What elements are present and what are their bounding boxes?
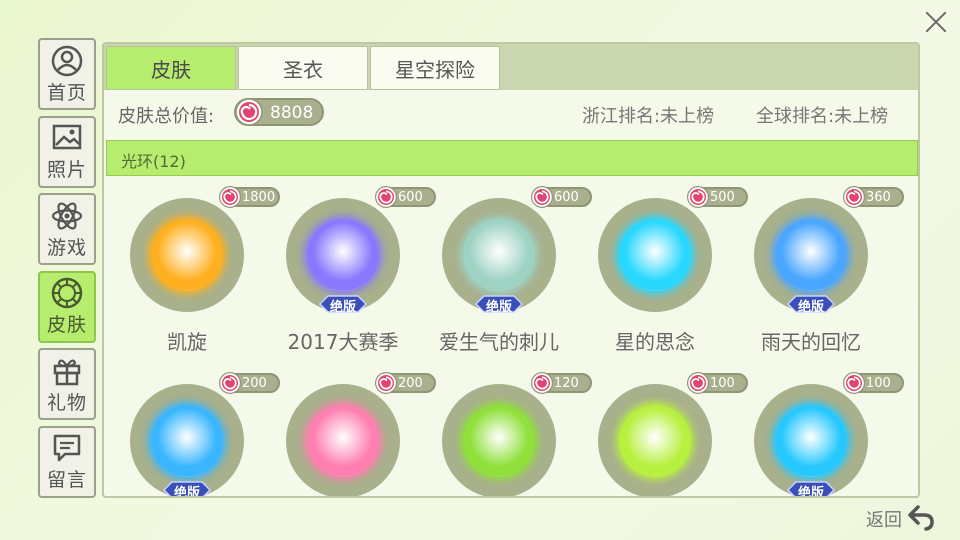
limited-badge-text: 绝版 xyxy=(329,300,356,315)
skin-price-pill: 100 xyxy=(843,372,904,394)
skin-name: 凯旋 xyxy=(167,330,207,354)
skin-item[interactable]: 100 xyxy=(572,368,748,496)
candy-icon xyxy=(842,371,866,399)
skin-item[interactable]: 100 绝版 xyxy=(728,368,904,498)
total-value: 8808 xyxy=(270,103,314,123)
skin-name: 爱生气的刺儿 xyxy=(439,330,559,354)
skin-halo xyxy=(463,219,535,291)
limited-badge-text: 绝版 xyxy=(797,300,824,315)
skin-halo xyxy=(619,405,691,477)
skin-item[interactable]: 500 星的思念 xyxy=(572,182,748,354)
skin-halo xyxy=(463,405,535,477)
province-rank: 浙江排名:未上榜 xyxy=(582,106,715,127)
nav-label: 游戏 xyxy=(46,236,87,259)
limited-badge: 绝版 xyxy=(786,480,836,498)
gift-icon xyxy=(50,354,84,388)
limited-badge: 绝版 xyxy=(786,294,836,315)
nav-home[interactable]: 首页 xyxy=(38,38,96,110)
nav-label: 留言 xyxy=(46,469,87,491)
nav-messages[interactable]: 留言 xyxy=(38,425,96,498)
limited-badge-text: 绝版 xyxy=(485,300,512,315)
skin-name: 2017大赛季 xyxy=(287,330,399,354)
skin-name: 星的思念 xyxy=(615,330,695,354)
skin-item[interactable]: 200 绝版 xyxy=(104,368,280,498)
candy-icon xyxy=(530,371,554,399)
skin-halo xyxy=(775,405,847,477)
limited-badge: 绝版 xyxy=(474,294,524,315)
skin-icon xyxy=(50,276,84,310)
limited-badge-text: 绝版 xyxy=(797,486,824,498)
candy-icon xyxy=(842,185,866,213)
nav-label: 皮肤 xyxy=(46,314,87,336)
nav-skins[interactable]: 皮肤 xyxy=(38,270,96,343)
tab-bar: 皮肤 圣衣 星空探险 xyxy=(104,44,918,90)
nav-label: 礼物 xyxy=(46,391,87,414)
skins-panel: 皮肤 圣衣 星空探险 皮肤总价值: 8808 浙江排名:未上榜 全球排名:未上榜… xyxy=(102,42,920,498)
summary-row: 皮肤总价值: 8808 浙江排名:未上榜 全球排名:未上榜 xyxy=(104,90,918,134)
message-icon xyxy=(50,431,84,465)
sidebar-nav: 首页 照片 游戏 皮肤 礼物 留言 xyxy=(38,38,96,503)
nav-photo[interactable]: 照片 xyxy=(38,115,96,188)
nav-label: 照片 xyxy=(46,159,87,181)
atom-icon xyxy=(50,199,84,233)
skin-halo xyxy=(775,219,847,291)
candy-icon xyxy=(218,371,242,399)
nav-games[interactable]: 游戏 xyxy=(38,193,96,265)
candy-icon xyxy=(530,185,554,213)
candy-icon xyxy=(374,371,398,399)
limited-badge: 绝版 xyxy=(162,480,212,498)
close-icon[interactable] xyxy=(918,4,954,40)
section-title: 光环(12) xyxy=(121,152,186,171)
back-arrow-icon xyxy=(906,502,936,536)
total-value-pill: 8808 xyxy=(234,98,324,126)
photo-icon xyxy=(50,121,84,155)
skin-item[interactable]: 1800 凯旋 xyxy=(104,182,280,354)
candy-icon xyxy=(218,185,242,213)
skin-grid: 1800 凯旋 600 绝版 2017大赛季 600 绝版 爱生气的刺儿 500 星的思念 360 绝… xyxy=(104,182,918,498)
skin-item[interactable]: 600 绝版 2017大赛季 xyxy=(260,182,436,354)
global-rank: 全球排名:未上榜 xyxy=(756,106,889,127)
skin-item[interactable]: 600 绝版 爱生气的刺儿 xyxy=(416,182,592,354)
limited-badge-text: 绝版 xyxy=(173,486,200,498)
total-value-label: 皮肤总价值: xyxy=(118,106,215,127)
skin-halo xyxy=(307,219,379,291)
back-button[interactable]: 返回 xyxy=(866,502,938,532)
back-label: 返回 xyxy=(866,510,902,531)
skin-item[interactable]: 360 绝版雨天的回忆 xyxy=(728,182,904,354)
section-header[interactable]: 光环(12) xyxy=(106,140,918,176)
tab-skins[interactable]: 皮肤 xyxy=(106,46,236,90)
candy-icon xyxy=(374,185,398,213)
skin-price-pill: 360 xyxy=(843,186,904,208)
candy-icon xyxy=(686,371,710,399)
skin-price: 100 xyxy=(866,376,891,391)
nav-gifts[interactable]: 礼物 xyxy=(38,348,96,420)
skin-item[interactable]: 120 xyxy=(416,368,592,496)
tab-star-explore[interactable]: 星空探险 xyxy=(370,46,500,90)
skin-halo xyxy=(151,405,223,477)
candy-icon xyxy=(234,97,264,131)
skin-halo xyxy=(151,219,223,291)
skin-name: 雨天的回忆 xyxy=(761,330,861,354)
tab-armor[interactable]: 圣衣 xyxy=(238,46,368,90)
candy-icon xyxy=(686,185,710,213)
skin-halo xyxy=(307,405,379,477)
nav-label: 首页 xyxy=(46,81,87,104)
user-icon xyxy=(50,44,84,78)
skin-item[interactable]: 200 xyxy=(260,368,436,496)
skin-halo xyxy=(619,219,691,291)
limited-badge: 绝版 xyxy=(318,294,368,315)
skin-price: 360 xyxy=(866,190,891,205)
